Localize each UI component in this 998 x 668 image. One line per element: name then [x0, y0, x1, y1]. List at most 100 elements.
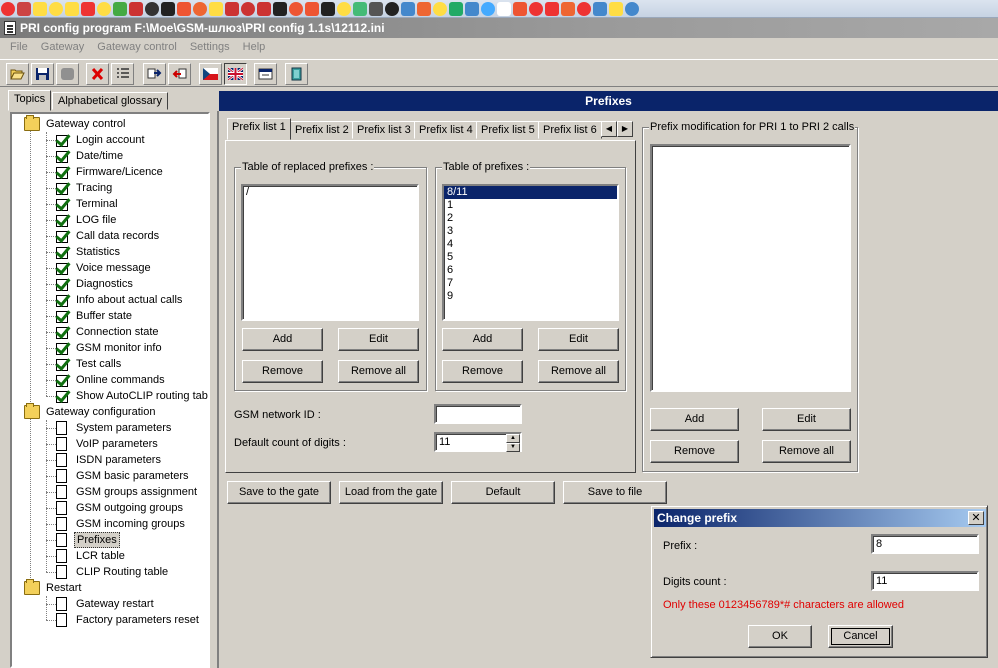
taskbar-app-icon[interactable]: [353, 2, 367, 16]
taskbar-app-icon[interactable]: [529, 2, 543, 16]
prefixes-add-button[interactable]: Add: [442, 328, 523, 351]
load-from-gate-button[interactable]: Load from the gate: [339, 481, 443, 504]
prefixes-edit-button[interactable]: Edit: [538, 328, 619, 351]
menu-file[interactable]: File: [0, 41, 33, 53]
default-button[interactable]: Default: [451, 481, 555, 504]
tab-prefix-list-6[interactable]: Prefix list 6: [538, 121, 602, 139]
taskbar-app-icon[interactable]: [113, 2, 127, 16]
taskbar-app-icon[interactable]: [97, 2, 111, 16]
save-button[interactable]: [31, 63, 54, 85]
modification-edit-button[interactable]: Edit: [762, 408, 851, 431]
prefixes-remove-button[interactable]: Remove: [442, 360, 523, 383]
download-button[interactable]: [168, 63, 191, 85]
list-item[interactable]: 5: [444, 251, 617, 264]
taskbar-app-icon[interactable]: [225, 2, 239, 16]
tab-prefix-list-3[interactable]: Prefix list 3: [352, 121, 416, 139]
taskbar-app-icon[interactable]: [593, 2, 607, 16]
prefixes-list[interactable]: 8/11 1 2 3 4 5 6 7 9: [442, 184, 619, 321]
upload-button[interactable]: [143, 63, 166, 85]
taskbar-app-icon[interactable]: [545, 2, 559, 16]
replaced-add-button[interactable]: Add: [242, 328, 323, 351]
replaced-remove-button[interactable]: Remove: [242, 360, 323, 383]
taskbar-app-icon[interactable]: [193, 2, 207, 16]
replaced-remove-all-button[interactable]: Remove all: [338, 360, 419, 383]
taskbar-app-icon[interactable]: [561, 2, 575, 16]
list-item[interactable]: 7: [444, 277, 617, 290]
list-item[interactable]: /: [243, 186, 417, 199]
gsm-network-id-input[interactable]: [434, 404, 522, 424]
taskbar-app-icon[interactable]: [465, 2, 479, 16]
taskbar-app-icon[interactable]: [81, 2, 95, 16]
open-button[interactable]: [6, 63, 29, 85]
prefixes-remove-all-button[interactable]: Remove all: [538, 360, 619, 383]
menu-gateway-control[interactable]: Gateway control: [92, 41, 181, 53]
taskbar-app-icon[interactable]: [433, 2, 447, 16]
taskbar-app-icon[interactable]: [161, 2, 175, 16]
taskbar-app-icon[interactable]: [1, 2, 15, 16]
list-item[interactable]: 2: [444, 212, 617, 225]
taskbar-app-icon[interactable]: [273, 2, 287, 16]
taskbar-app-icon[interactable]: [289, 2, 303, 16]
taskbar-app-icon[interactable]: [513, 2, 527, 16]
default-digits-spinner[interactable]: ▲ ▼: [506, 434, 520, 452]
save-to-file-button[interactable]: Save to file: [563, 481, 667, 504]
taskbar-app-icon[interactable]: [129, 2, 143, 16]
taskbar-app-icon[interactable]: [369, 2, 383, 16]
taskbar-app-icon[interactable]: [65, 2, 79, 16]
taskbar-app-icon[interactable]: [625, 2, 639, 16]
taskbar-app-icon[interactable]: [481, 2, 495, 16]
taskbar-app-icon[interactable]: [177, 2, 191, 16]
tab-scroll-right-button[interactable]: ▶: [617, 121, 633, 137]
replaced-edit-button[interactable]: Edit: [338, 328, 419, 351]
czech-language-button[interactable]: [199, 63, 222, 85]
taskbar-app-icon[interactable]: [417, 2, 431, 16]
spin-up-icon[interactable]: ▲: [506, 434, 520, 443]
list-item[interactable]: 4: [444, 238, 617, 251]
modification-add-button[interactable]: Add: [650, 408, 739, 431]
close-icon[interactable]: ✕: [968, 511, 984, 525]
menu-settings[interactable]: Settings: [185, 41, 235, 53]
settings-window-button[interactable]: [254, 63, 277, 85]
tab-topics[interactable]: Topics: [8, 90, 52, 111]
taskbar-app-icon[interactable]: [401, 2, 415, 16]
spin-down-icon[interactable]: ▼: [506, 443, 520, 452]
taskbar-app-icon[interactable]: [609, 2, 623, 16]
tab-prefix-list-1[interactable]: Prefix list 1: [227, 118, 291, 140]
tab-prefix-list-4[interactable]: Prefix list 4: [414, 121, 478, 139]
tab-prefix-list-2[interactable]: Prefix list 2: [290, 121, 354, 139]
list-item[interactable]: 8/11: [444, 186, 617, 199]
taskbar-app-icon[interactable]: [257, 2, 271, 16]
taskbar-app-icon[interactable]: [337, 2, 351, 16]
tab-prefix-list-5[interactable]: Prefix list 5: [476, 121, 540, 139]
taskbar-app-icon[interactable]: [33, 2, 47, 16]
taskbar-app-icon[interactable]: [209, 2, 223, 16]
list-item[interactable]: 3: [444, 225, 617, 238]
list-item[interactable]: 1: [444, 199, 617, 212]
cancel-button[interactable]: Cancel: [828, 625, 893, 648]
taskbar-app-icon[interactable]: [49, 2, 63, 16]
taskbar-app-icon[interactable]: [145, 2, 159, 16]
modification-remove-button[interactable]: Remove: [650, 440, 739, 463]
prefix-input[interactable]: 8: [871, 534, 979, 554]
disconnect-button[interactable]: [86, 63, 109, 85]
taskbar-app-icon[interactable]: [449, 2, 463, 16]
modification-remove-all-button[interactable]: Remove all: [762, 440, 851, 463]
replaced-prefixes-list[interactable]: /: [241, 184, 419, 321]
list-button[interactable]: [111, 63, 134, 85]
list-item[interactable]: 9: [444, 290, 617, 303]
taskbar-app-icon[interactable]: [305, 2, 319, 16]
taskbar-app-icon[interactable]: [577, 2, 591, 16]
exit-button[interactable]: [285, 63, 308, 85]
taskbar-app-icon[interactable]: [321, 2, 335, 16]
taskbar-app-icon[interactable]: [497, 2, 511, 16]
menu-gateway[interactable]: Gateway: [36, 41, 89, 53]
topics-tree[interactable]: Gateway control Login account Date/time Fi…: [10, 112, 210, 668]
digits-count-input[interactable]: 11: [871, 571, 979, 591]
taskbar-app-icon[interactable]: [241, 2, 255, 16]
ok-button[interactable]: OK: [748, 625, 812, 648]
taskbar-app-icon[interactable]: [385, 2, 399, 16]
tab-alphabetical-glossary[interactable]: Alphabetical glossary: [52, 92, 168, 110]
disabled-button[interactable]: [56, 63, 79, 85]
english-language-button[interactable]: [224, 63, 247, 85]
tab-scroll-left-button[interactable]: ◀: [601, 121, 617, 137]
